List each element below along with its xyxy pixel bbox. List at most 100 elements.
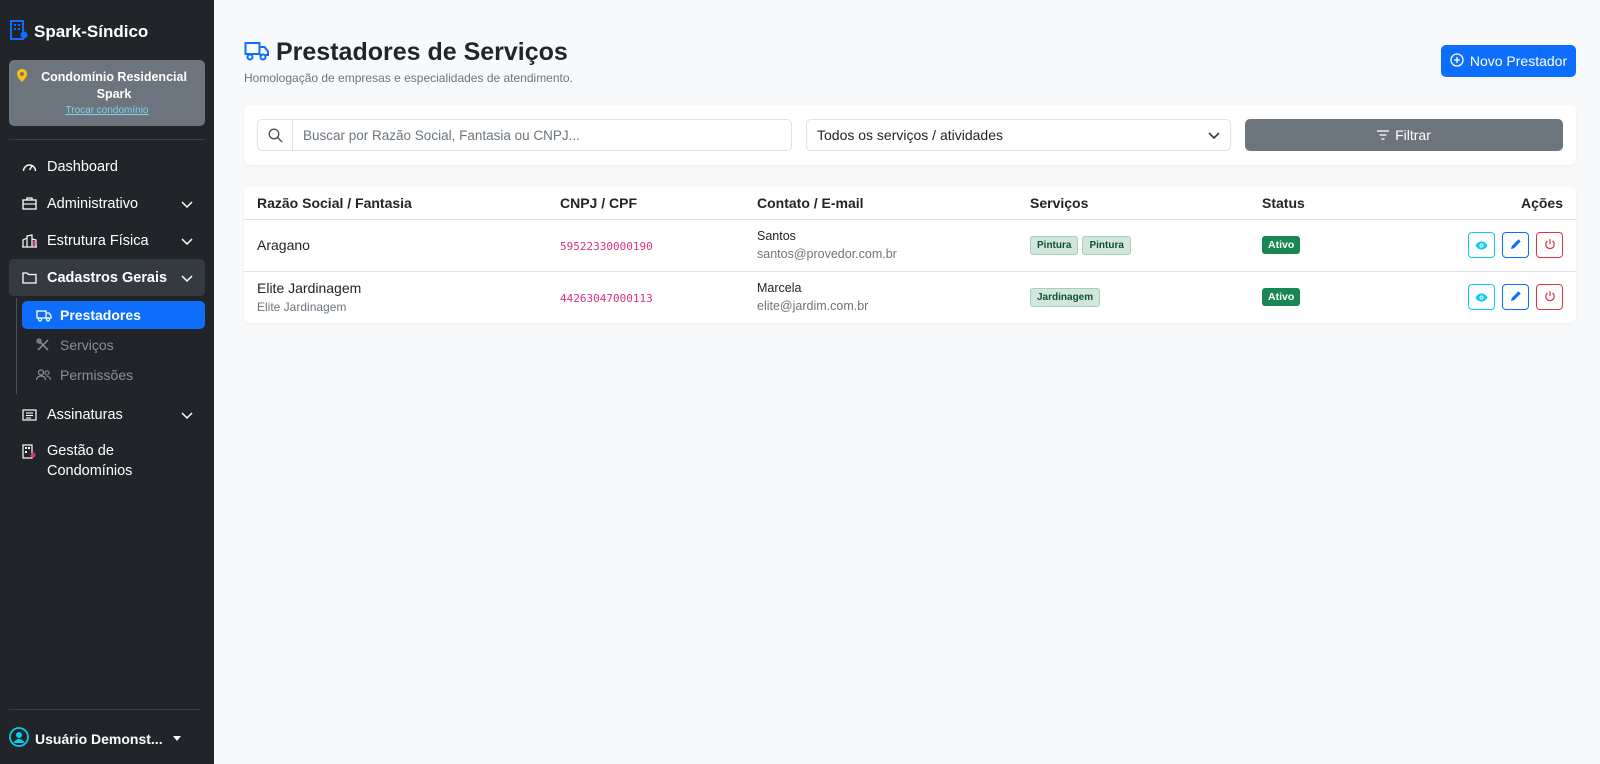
filter-bar: Todos os serviços / atividades Filtrar <box>244 105 1576 165</box>
sidebar-item-administrativo[interactable]: Administrativo <box>9 185 205 222</box>
sidebar-nav: Dashboard Administrativo Estrutura Físic… <box>0 140 214 485</box>
service-tag: Jardinagem <box>1030 287 1101 307</box>
main-content: Prestadores de Serviços Homologação de e… <box>214 0 1600 764</box>
caret-down-icon <box>172 736 181 741</box>
pencil-icon <box>1510 290 1522 305</box>
column-header: Contato / E-mail <box>744 187 1017 220</box>
search-input[interactable] <box>293 120 791 150</box>
eye-icon <box>1475 290 1488 305</box>
sidebar-item-gestao-condominios[interactable]: Gestão de Condomínios <box>9 433 205 485</box>
service-select-value: Todos os serviços / atividades <box>817 127 1003 143</box>
sidebar-subitem-permissoes[interactable]: Permissões <box>22 361 205 389</box>
column-header: Status <box>1249 187 1399 220</box>
view-button[interactable] <box>1468 284 1495 311</box>
sidebar-item-label: Assinaturas <box>47 406 123 423</box>
condo-card: Condomínio Residencial Spark Trocar cond… <box>9 60 205 126</box>
service-tag: Pintura <box>1082 235 1131 255</box>
row-actions <box>1412 232 1563 258</box>
submenu-cadastros: Prestadores Serviços Permissões <box>16 298 205 394</box>
sidebar-item-dashboard[interactable]: Dashboard <box>9 148 205 185</box>
brand-name: Spark-Síndico <box>34 22 149 41</box>
chevron-down-icon <box>1208 127 1220 143</box>
table-row: Aragano 59522330000190 Santos santos@pro… <box>244 219 1576 272</box>
chevron-down-icon <box>181 234 193 250</box>
status-badge: Ativo <box>1262 288 1301 307</box>
truck-icon <box>36 307 52 323</box>
sidebar-item-cadastros-gerais[interactable]: Cadastros Gerais <box>9 259 205 296</box>
contact-name: Marcela <box>757 281 802 296</box>
chevron-down-icon <box>181 197 193 213</box>
provider-fantasy: Elite Jardinagem <box>257 300 347 315</box>
card-list-icon <box>21 407 37 423</box>
pencil-icon <box>1510 238 1522 253</box>
sidebar-item-label: Cadastros Gerais <box>47 269 168 286</box>
tools-icon <box>36 337 52 353</box>
brand[interactable]: Spark-Síndico <box>0 0 214 48</box>
sidebar-item-label: Administrativo <box>47 195 139 212</box>
building-logo-icon <box>10 19 28 45</box>
provider-cnpj: 44263047000113 <box>560 291 653 305</box>
contact-email: elite@jardim.com.br <box>757 299 869 314</box>
plus-circle-icon <box>1450 52 1464 70</box>
provider-name: Elite Jardinagem <box>257 280 362 297</box>
table-header-row: Razão Social / Fantasia CNPJ / CPF Conta… <box>244 187 1576 220</box>
service-tag: Pintura <box>1030 235 1079 255</box>
deactivate-button[interactable] <box>1536 284 1563 311</box>
speedometer-icon <box>21 159 37 175</box>
sidebar-item-label: Dashboard <box>47 158 118 175</box>
provider-cnpj: 59522330000190 <box>560 239 653 253</box>
providers-table-card: Razão Social / Fantasia CNPJ / CPF Conta… <box>244 187 1576 323</box>
filter-button-label: Filtrar <box>1395 127 1431 143</box>
sidebar-item-label: Estrutura Física <box>47 232 149 249</box>
building-icon <box>21 233 37 249</box>
condo-name: Condomínio Residencial Spark <box>41 70 187 101</box>
column-header: Serviços <box>1017 187 1249 220</box>
row-actions <box>1412 284 1563 311</box>
person-circle-icon <box>9 727 29 750</box>
providers-table: Razão Social / Fantasia CNPJ / CPF Conta… <box>244 187 1576 323</box>
sidebar-item-estrutura-fisica[interactable]: Estrutura Física <box>9 222 205 259</box>
new-provider-button[interactable]: Novo Prestador <box>1441 45 1576 77</box>
briefcase-icon <box>21 196 37 212</box>
power-icon <box>1544 290 1556 305</box>
edit-button[interactable] <box>1502 284 1529 311</box>
divider <box>9 709 200 710</box>
deactivate-button[interactable] <box>1536 232 1563 258</box>
column-header: CNPJ / CPF <box>547 187 744 220</box>
chevron-down-icon <box>181 271 193 287</box>
column-header: Ações <box>1399 187 1576 220</box>
user-name: Usuário Demonst... <box>35 730 163 747</box>
sidebar-subitem-prestadores[interactable]: Prestadores <box>22 301 205 329</box>
pin-icon <box>17 69 27 85</box>
search-icon <box>258 120 293 150</box>
eye-icon <box>1475 238 1488 253</box>
sidebar-subitem-label: Serviços <box>60 337 114 353</box>
switch-condo-link[interactable]: Trocar condomínio <box>17 105 197 116</box>
status-badge: Ativo <box>1262 236 1301 254</box>
sidebar-subitem-label: Permissões <box>60 367 134 383</box>
edit-button[interactable] <box>1502 232 1529 258</box>
folder-icon <box>21 270 37 286</box>
sidebar-subitem-servicos[interactable]: Serviços <box>22 331 205 359</box>
filter-button[interactable]: Filtrar <box>1245 119 1563 151</box>
service-select[interactable]: Todos os serviços / atividades <box>806 119 1231 151</box>
contact-name: Santos <box>757 229 796 243</box>
table-row: Elite Jardinagem Elite Jardinagem 442630… <box>244 271 1576 323</box>
page-title: Prestadores de Serviços <box>276 38 568 66</box>
sidebar-item-assinaturas[interactable]: Assinaturas <box>9 396 205 433</box>
search-group <box>257 119 792 151</box>
page-subtitle: Homologação de empresas e especialidades… <box>244 71 573 85</box>
filter-icon <box>1377 127 1390 143</box>
buildings-icon <box>21 443 37 459</box>
truck-icon <box>244 41 270 64</box>
sidebar-item-label: Gestão de Condomínios <box>47 443 133 479</box>
user-menu[interactable]: Usuário Demonst... <box>9 727 181 750</box>
chevron-down-icon <box>181 408 193 424</box>
new-provider-label: Novo Prestador <box>1469 53 1568 69</box>
contact-email: santos@provedor.com.br <box>757 247 897 261</box>
view-button[interactable] <box>1468 232 1495 258</box>
provider-name: Aragano <box>257 237 310 253</box>
column-header: Razão Social / Fantasia <box>244 187 547 220</box>
sidebar-subitem-label: Prestadores <box>60 307 141 323</box>
page-header: Prestadores de Serviços Homologação de e… <box>244 0 1576 105</box>
